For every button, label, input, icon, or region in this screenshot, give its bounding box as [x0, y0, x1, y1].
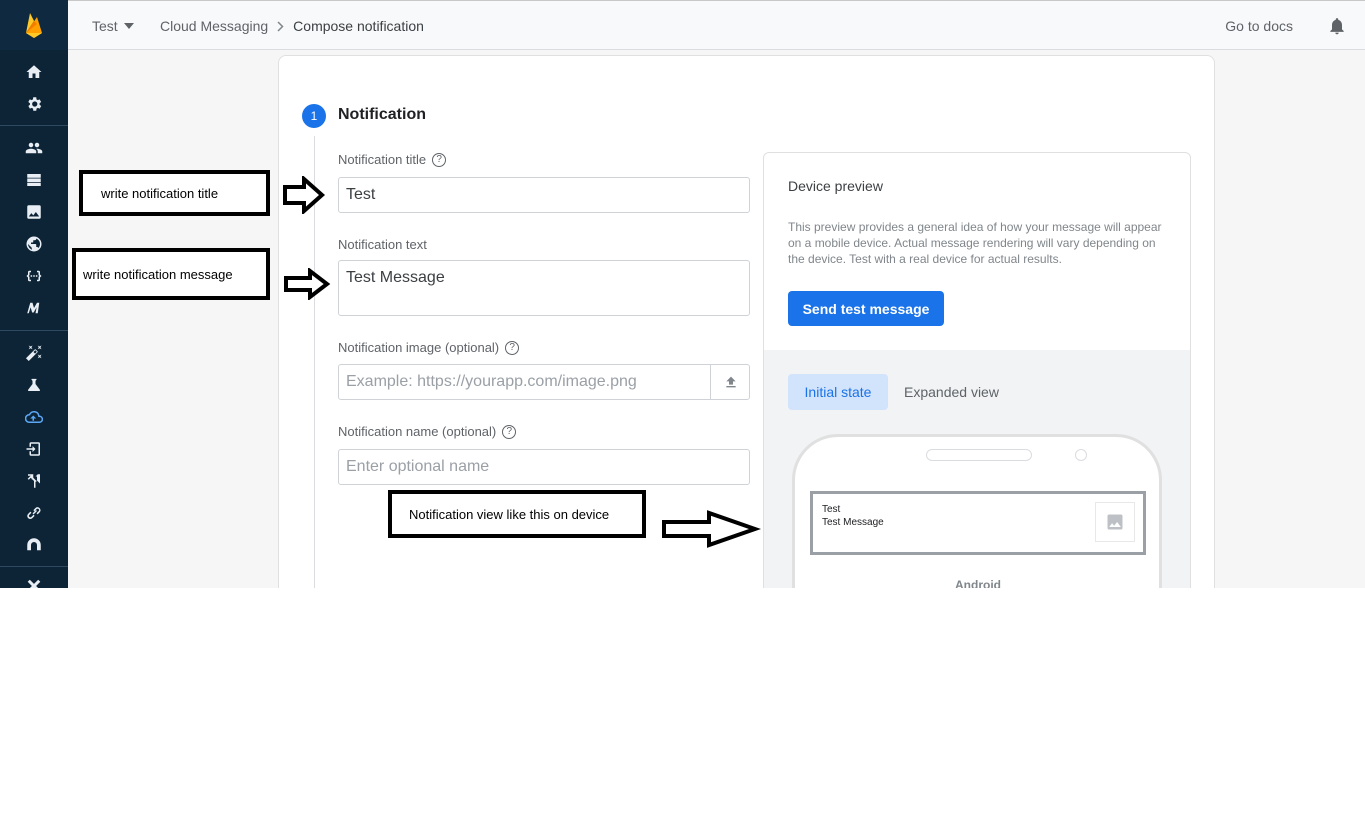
chevron-right-icon — [277, 20, 284, 32]
ab-testing-icon[interactable] — [22, 469, 46, 493]
phone-camera — [1075, 449, 1087, 461]
help-icon[interactable]: ? — [502, 424, 517, 439]
predictions-icon[interactable] — [22, 341, 46, 365]
notification-image-input[interactable]: Example: https://yourapp.com/image.png — [338, 364, 750, 400]
annotation-title-note: write notification title — [79, 170, 270, 216]
project-selector[interactable]: Test — [92, 18, 134, 34]
notification-name-input[interactable]: Enter optional name — [338, 449, 750, 485]
step-number-badge: 1 — [302, 104, 326, 128]
home-icon[interactable] — [22, 60, 46, 84]
project-name: Test — [92, 18, 118, 34]
firebase-flame-icon — [26, 13, 42, 38]
storage-icon[interactable] — [22, 200, 46, 224]
notification-preview-text: Test Message — [822, 517, 884, 528]
app-viewport: Test Cloud Messaging Compose notificatio… — [0, 0, 1365, 588]
annotation-message-text: write notification message — [83, 266, 233, 282]
upload-image-button[interactable] — [710, 364, 750, 400]
notification-title-input[interactable]: Test — [338, 177, 750, 213]
notification-preview: Test Test Message — [810, 491, 1146, 555]
preview-area: Initial state Expanded view Test Test Me… — [764, 350, 1190, 588]
annotation-title-text: write notification title — [101, 185, 219, 201]
extensions-icon[interactable] — [22, 574, 46, 588]
device-preview-panel: Device preview This preview provides a g… — [763, 152, 1191, 588]
send-test-message-button[interactable]: Send test message — [788, 291, 944, 326]
sidebar-divider — [0, 566, 68, 567]
in-app-messaging-icon[interactable] — [22, 437, 46, 461]
tab-expanded-view[interactable]: Expanded view — [904, 374, 999, 410]
functions-icon[interactable] — [22, 264, 46, 288]
notification-image-label: Notification image (optional) ? — [338, 340, 520, 355]
test-lab-icon[interactable] — [22, 373, 46, 397]
notification-image-label-text: Notification image (optional) — [338, 340, 500, 355]
arrow-right-icon — [283, 176, 326, 214]
notification-text-input[interactable]: Test Message — [338, 260, 750, 316]
sidebar — [0, 0, 68, 588]
annotation-device-text: Notification view like this on device — [409, 506, 610, 522]
platform-label: Android — [955, 578, 1001, 588]
database-icon[interactable] — [22, 168, 46, 192]
step-title: Notification — [338, 106, 426, 123]
sidebar-divider — [0, 330, 68, 331]
notification-title-label-text: Notification title — [338, 152, 427, 167]
phone-mockup: Test Test Message — [792, 434, 1162, 588]
chevron-down-icon — [123, 23, 134, 29]
help-icon[interactable]: ? — [432, 152, 447, 167]
phone-speaker — [926, 449, 1032, 461]
device-preview-description: This preview provides a general idea of … — [788, 220, 1162, 266]
top-bar: Test Cloud Messaging Compose notificatio… — [68, 0, 1365, 50]
notification-name-label-text: Notification name (optional) — [338, 424, 497, 439]
annotation-device-note: Notification view like this on device — [388, 490, 646, 538]
ml-icon[interactable] — [22, 296, 46, 320]
help-icon[interactable]: ? — [505, 340, 520, 355]
sidebar-divider — [0, 125, 68, 126]
arrow-right-icon — [662, 510, 761, 548]
go-to-docs-link[interactable]: Go to docs — [1225, 18, 1293, 34]
users-icon[interactable] — [22, 136, 46, 160]
notification-text-label-text: Notification text — [338, 237, 427, 252]
image-placeholder-icon — [1095, 502, 1135, 542]
settings-icon[interactable] — [22, 92, 46, 116]
dynamic-links-icon[interactable] — [22, 501, 46, 525]
annotation-message-note: write notification message — [72, 248, 270, 300]
notification-name-label: Notification name (optional) ? — [338, 424, 517, 439]
breadcrumb: Cloud Messaging Compose notification — [160, 18, 424, 34]
arrow-right-icon — [284, 268, 331, 300]
app-distribution-icon[interactable] — [22, 533, 46, 557]
notifications-bell-icon[interactable] — [1327, 16, 1347, 36]
breadcrumb-cloud-messaging[interactable]: Cloud Messaging — [160, 18, 268, 34]
upload-icon — [725, 376, 736, 388]
hosting-icon[interactable] — [22, 232, 46, 256]
notification-title-label: Notification title ? — [338, 152, 447, 167]
device-preview-title: Device preview — [788, 178, 883, 194]
firebase-logo[interactable] — [0, 0, 68, 50]
breadcrumb-current-page: Compose notification — [293, 18, 424, 34]
notification-preview-title: Test — [822, 504, 841, 515]
notification-text-label: Notification text — [338, 237, 427, 252]
cloud-messaging-icon[interactable] — [22, 405, 46, 429]
tab-initial-state[interactable]: Initial state — [788, 374, 888, 410]
